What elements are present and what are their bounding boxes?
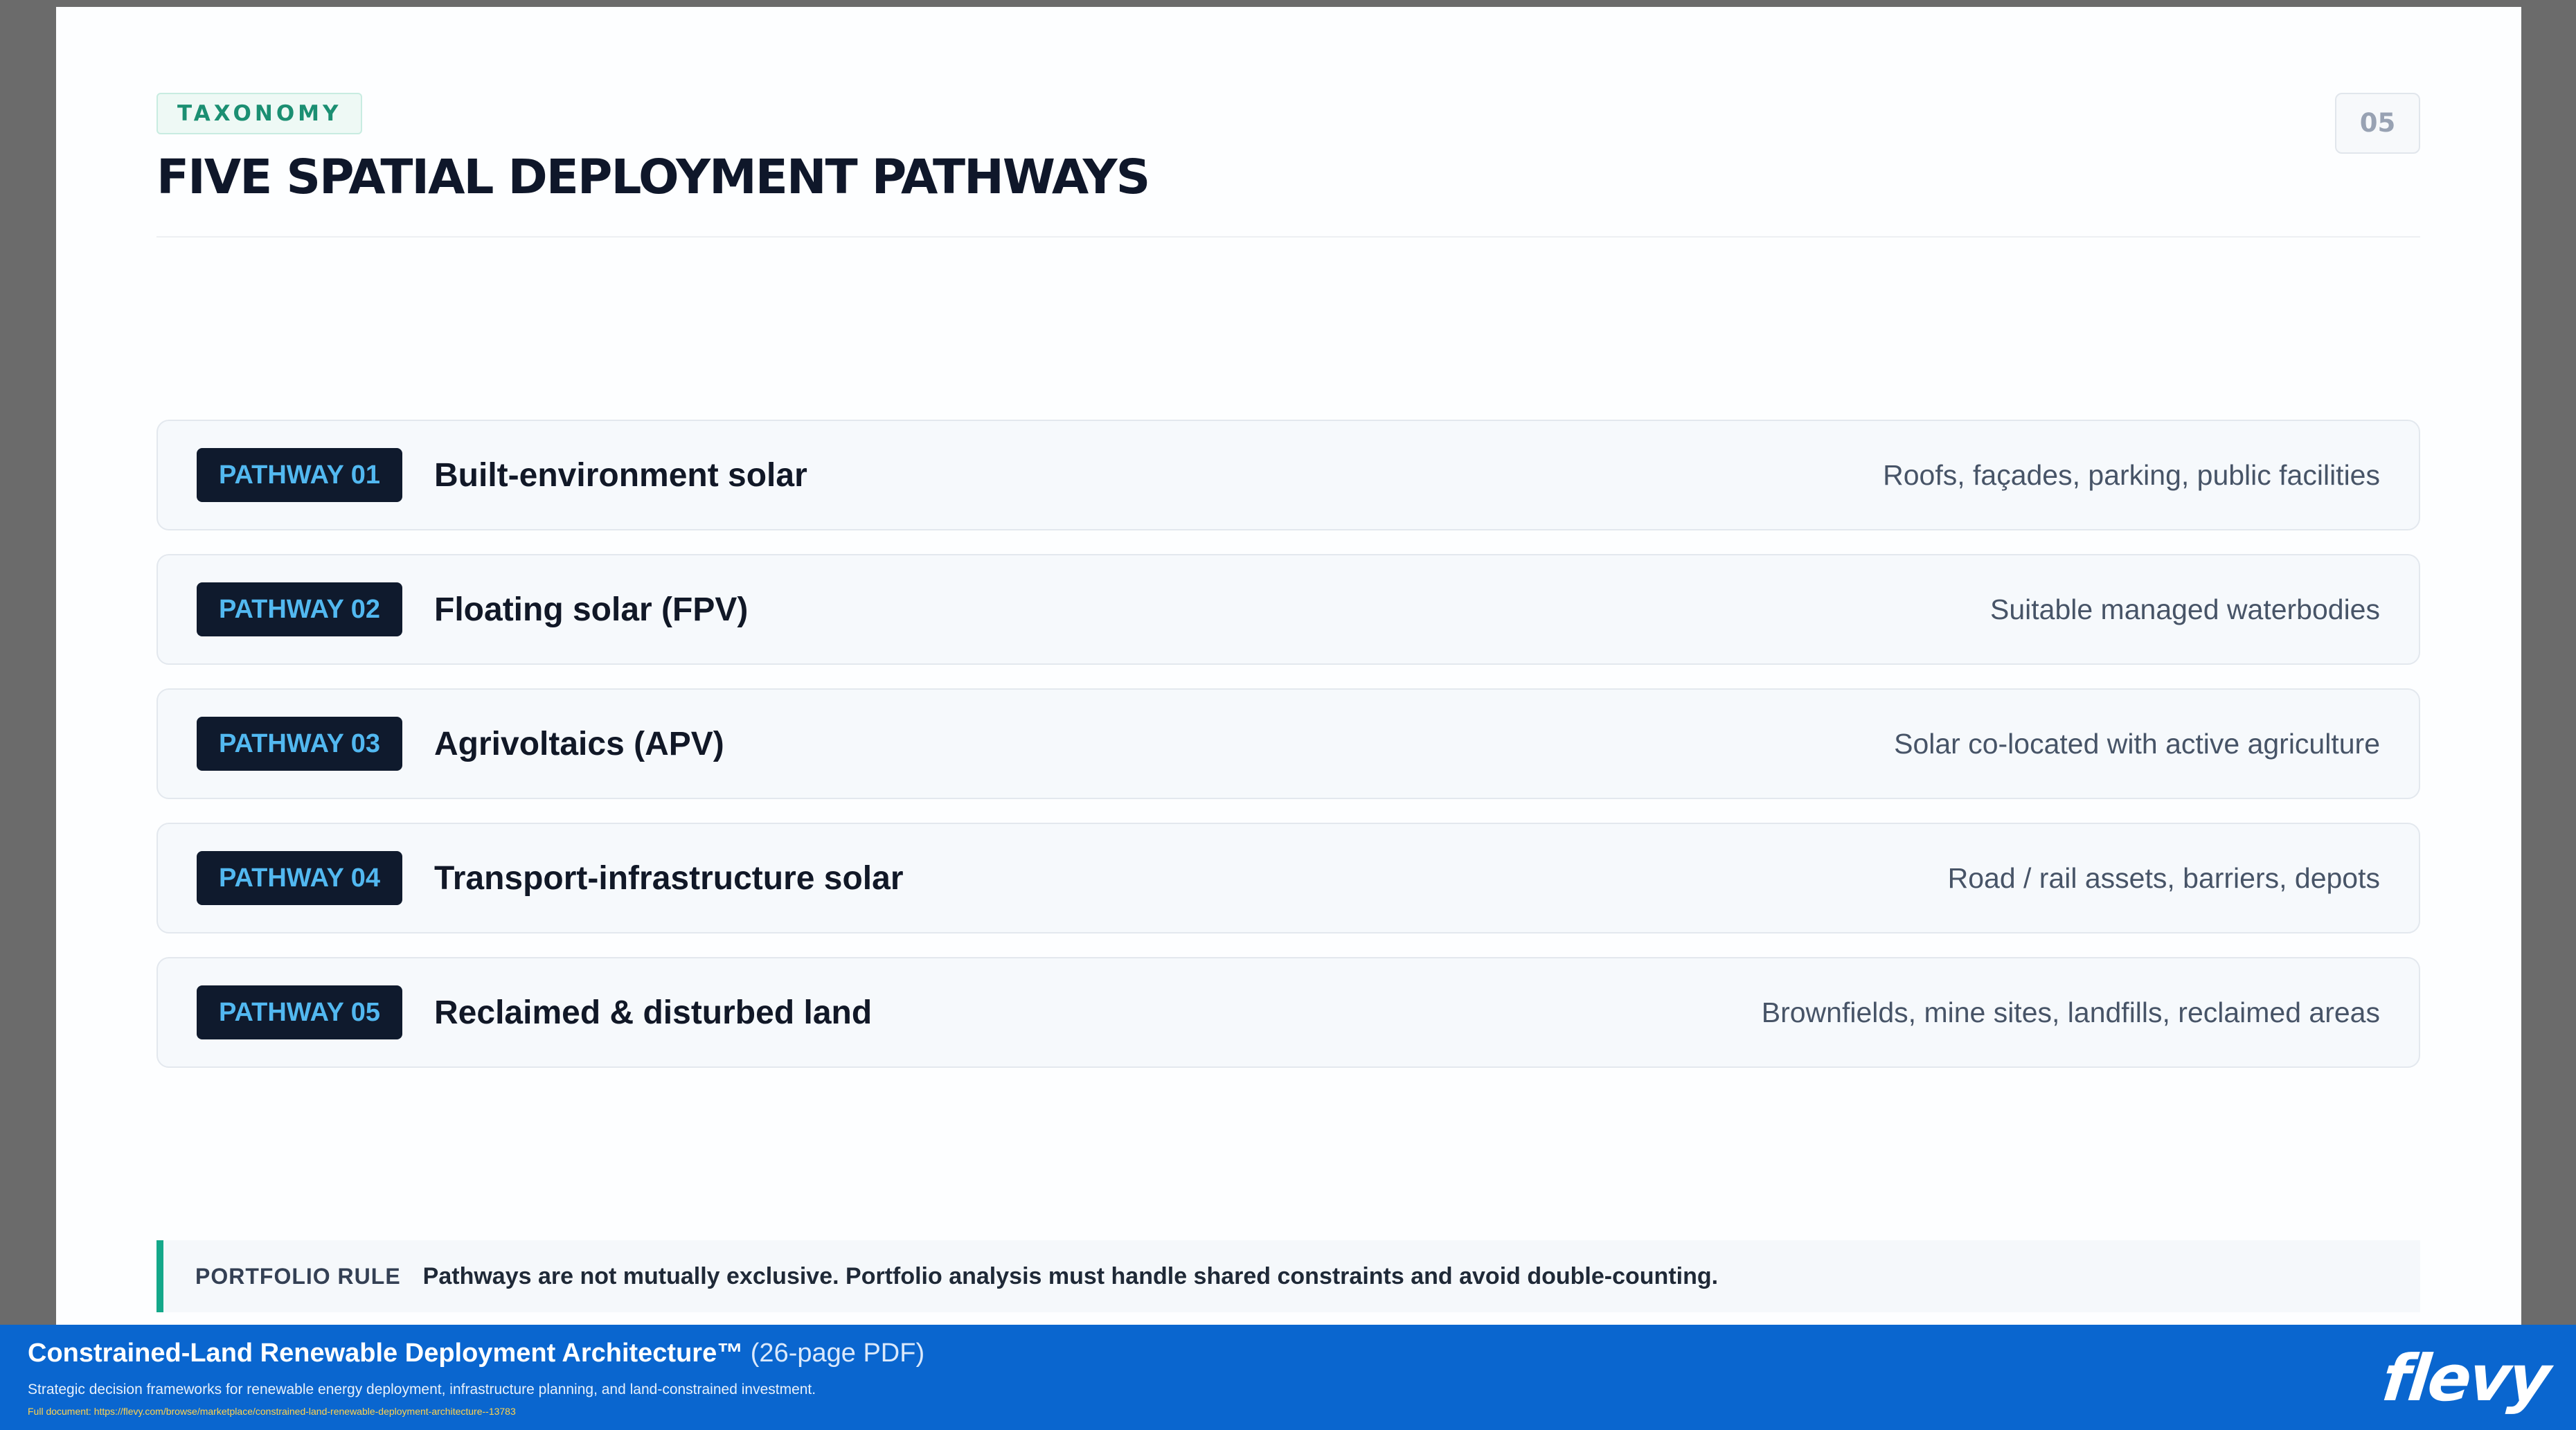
pathway-badge: PATHWAY 04 [197, 851, 403, 905]
pathway-list: PATHWAY 01 Built-environment solar Roofs… [156, 420, 2420, 1091]
pathway-title: Reclaimed & disturbed land [434, 994, 873, 1031]
document-link[interactable]: Full document: https://flevy.com/browse/… [28, 1406, 516, 1417]
document-title: Constrained-Land Renewable Deployment Ar… [28, 1339, 744, 1368]
pathway-badge: PATHWAY 02 [197, 582, 403, 636]
pathway-row-01: PATHWAY 01 Built-environment solar Roofs… [156, 420, 2420, 530]
pathway-description: Suitable managed waterbodies [1990, 593, 2380, 625]
page-title: FIVE SPATIAL DEPLOYMENT PATHWAYS [156, 150, 1150, 205]
portfolio-rule-label: PORTFOLIO RULE [195, 1263, 401, 1289]
pathway-title: Built-environment solar [434, 456, 807, 494]
pathway-description: Roofs, façades, parking, public faciliti… [1883, 458, 2380, 491]
pathway-row-02: PATHWAY 02 Floating solar (FPV) Suitable… [156, 554, 2420, 665]
page-number: 05 [2335, 93, 2420, 154]
pathway-row-05: PATHWAY 05 Reclaimed & disturbed land Br… [156, 957, 2420, 1068]
pathway-badge: PATHWAY 03 [197, 717, 403, 771]
pathway-badge: PATHWAY 05 [197, 985, 403, 1039]
taxonomy-tag: TAXONOMY [156, 93, 363, 134]
slide: TAXONOMY FIVE SPATIAL DEPLOYMENT PATHWAY… [56, 7, 2521, 1325]
pathway-title: Floating solar (FPV) [434, 591, 749, 628]
portfolio-rule-callout: PORTFOLIO RULE Pathways are not mutually… [156, 1240, 2420, 1312]
pathway-description: Road / rail assets, barriers, depots [1947, 861, 2380, 894]
footer-subtitle: Strategic decision frameworks for renewa… [28, 1382, 816, 1397]
page-count: (26-page PDF) [750, 1339, 925, 1368]
pathway-title: Transport-infrastructure solar [434, 859, 904, 897]
header-divider [156, 236, 2420, 238]
footer-banner: Constrained-Land Renewable Deployment Ar… [0, 1325, 2576, 1430]
portfolio-rule-text: Pathways are not mutually exclusive. Por… [422, 1262, 1719, 1289]
pathway-row-03: PATHWAY 03 Agrivoltaics (APV) Solar co-l… [156, 688, 2420, 799]
flevy-logo[interactable]: flevy [2379, 1341, 2552, 1415]
pathway-row-04: PATHWAY 04 Transport-infrastructure sola… [156, 823, 2420, 933]
footer-title[interactable]: Constrained-Land Renewable Deployment Ar… [28, 1339, 924, 1368]
pathway-description: Brownfields, mine sites, landfills, recl… [1761, 996, 2380, 1028]
pathway-badge: PATHWAY 01 [197, 448, 403, 502]
pathway-description: Solar co-located with active agriculture [1894, 727, 2380, 760]
pathway-title: Agrivoltaics (APV) [434, 725, 724, 762]
